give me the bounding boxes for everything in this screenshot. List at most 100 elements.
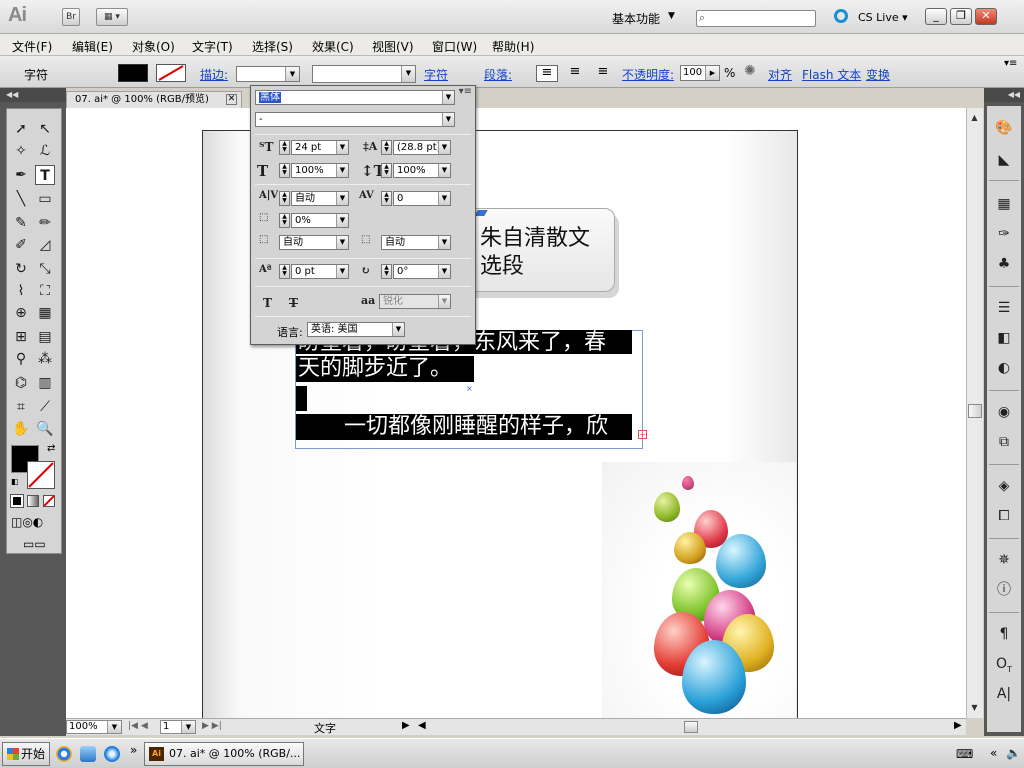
stroke-panel-icon[interactable]: ☰	[994, 298, 1014, 318]
column-graph-tool-icon[interactable]: ▥	[35, 373, 55, 393]
menu-window[interactable]: 窗口(W)	[432, 38, 477, 55]
stroke-weight-field[interactable]: ▼	[236, 66, 300, 82]
transparency-panel-icon[interactable]: ◐	[994, 358, 1014, 378]
aki-left-field[interactable]: 自动 ▼	[279, 235, 349, 250]
layers-panel-icon[interactable]: ◈	[994, 476, 1014, 496]
callout-text[interactable]: 朱自清散文选段	[480, 225, 610, 281]
arrange-documents-button[interactable]: ▦ ▾	[96, 8, 128, 26]
scroll-down-icon[interactable]: ▼	[967, 700, 982, 715]
paintbrush-tool-icon[interactable]: ✎	[11, 213, 31, 233]
gradient-panel-icon[interactable]: ◧	[994, 328, 1014, 348]
opentype-panel-icon[interactable]: OT	[994, 654, 1014, 674]
swap-colors-icon[interactable]: ⇄	[47, 443, 55, 454]
none-mode-icon[interactable]	[43, 495, 55, 507]
leading-field[interactable]: (28.8 pt) ▼	[393, 140, 451, 155]
workspace-switcher[interactable]: 基本功能	[612, 10, 660, 27]
stroke-swatch[interactable]	[156, 64, 186, 82]
taskbar-illustrator-window[interactable]: Ai 07. ai* @ 100% (RGB/...	[144, 742, 304, 766]
menu-select[interactable]: 选择(S)	[252, 38, 293, 55]
minimize-button[interactable]: _	[925, 8, 947, 25]
gradient-tool-icon[interactable]: ▤	[35, 327, 55, 347]
kerning-field[interactable]: 自动 ▼	[291, 191, 349, 206]
leading-stepper[interactable]: ▲ ▼	[381, 140, 392, 155]
keyboard-icon[interactable]: ⌨	[956, 747, 973, 761]
vertical-scroll-thumb[interactable]	[968, 404, 982, 418]
align-right-icon[interactable]: ≡	[592, 65, 614, 82]
status-tool-label[interactable]: 文字	[314, 720, 336, 736]
control-panel-menu-icon[interactable]: ▾≡	[1004, 58, 1017, 69]
scroll-right-icon[interactable]: ▶	[954, 720, 962, 731]
char-rotation-stepper[interactable]: ▲ ▼	[381, 264, 392, 279]
close-tab-icon[interactable]: ✕	[226, 94, 237, 105]
pencil-tool-icon[interactable]: ✏	[35, 213, 55, 233]
tsume-field[interactable]: 0% ▼	[291, 213, 349, 228]
selected-text-line-3[interactable]	[296, 386, 307, 411]
horizontal-scale-stepper[interactable]: ▲ ▼	[381, 163, 392, 178]
font-family-field[interactable]: 黑体 ▼	[255, 90, 455, 105]
artboard-tool-icon[interactable]: ⌗	[11, 397, 31, 417]
close-button[interactable]: ✕	[975, 8, 997, 25]
line-tool-icon[interactable]: ╲	[11, 189, 31, 209]
character-panel-icon[interactable]: A|	[994, 684, 1014, 704]
vertical-scrollbar[interactable]: ▲ ▼	[966, 108, 983, 718]
rectangle-tool-icon[interactable]: ▭	[35, 189, 55, 209]
color-guide-icon[interactable]: ◣	[994, 150, 1014, 170]
stroke-color-box[interactable]	[27, 461, 55, 489]
selected-text-line-2[interactable]: 天的脚步近了。	[296, 356, 474, 382]
quicklaunch-overflow-icon[interactable]: »	[130, 743, 137, 757]
help-search-input[interactable]: ⌕	[696, 10, 816, 27]
magic-wand-tool-icon[interactable]: ✧	[11, 141, 31, 161]
paragraph-panel-icon[interactable]: ¶	[994, 624, 1014, 644]
slice-tool-icon[interactable]: ⟋	[35, 397, 55, 417]
internet-explorer-icon[interactable]	[104, 746, 120, 762]
tracking-stepper[interactable]: ▲ ▼	[381, 191, 392, 206]
screen-mode-icon[interactable]: ▭▭	[23, 537, 46, 551]
rotate-tool-icon[interactable]: ↻	[11, 259, 31, 279]
artboards-panel-icon[interactable]: ⧠	[994, 506, 1014, 526]
show-desktop-icon[interactable]	[80, 746, 96, 762]
recolor-icon[interactable]: ✺	[744, 63, 756, 79]
restore-button[interactable]: ❐	[950, 8, 972, 25]
baseline-shift-field[interactable]: 0 pt ▼	[291, 264, 349, 279]
chevron-down-icon[interactable]: ▼	[668, 11, 675, 21]
selected-text-line-4[interactable]: 一切都像刚睡醒的样子，欣	[296, 414, 632, 440]
strikethrough-icon[interactable]: T	[289, 296, 298, 310]
free-transform-tool-icon[interactable]: ⛶	[35, 281, 55, 301]
menu-type[interactable]: 文字(T)	[192, 38, 233, 55]
appearance-panel-icon[interactable]: ◉	[994, 402, 1014, 422]
cslive-menu[interactable]: CS Live ▾	[858, 11, 908, 24]
character-link[interactable]: 字符	[424, 66, 448, 83]
align-link[interactable]: 对齐	[768, 66, 792, 83]
pen-tool-icon[interactable]: ✒	[11, 165, 31, 185]
lasso-tool-icon[interactable]: ℒ	[35, 141, 55, 161]
stroke-link[interactable]: 描边:	[200, 66, 228, 83]
scroll-up-icon[interactable]: ▲	[967, 110, 982, 125]
menu-view[interactable]: 视图(V)	[372, 38, 414, 55]
antialias-field[interactable]: 锐化 ▼	[379, 294, 451, 309]
scale-tool-icon[interactable]: ⤡	[35, 259, 55, 279]
horizontal-scroll-thumb[interactable]	[684, 721, 698, 733]
tsume-stepper[interactable]: ▲ ▼	[279, 213, 290, 228]
blob-brush-tool-icon[interactable]: ✐	[11, 235, 31, 255]
scroll-left-icon[interactable]: ◀	[418, 720, 426, 731]
paragraph-link[interactable]: 段落:	[484, 66, 512, 83]
zoom-tool-icon[interactable]: 🔍	[35, 419, 55, 439]
font-size-stepper[interactable]: ▲ ▼	[279, 140, 290, 155]
brushes-panel-icon[interactable]: ✑	[994, 224, 1014, 244]
start-button[interactable]: 开始	[2, 742, 50, 766]
underline-icon[interactable]: T	[263, 296, 272, 310]
flash-text-link[interactable]: Flash 文本	[802, 66, 861, 83]
align-center-icon[interactable]: ≡	[564, 65, 586, 82]
char-rotation-field[interactable]: 0° ▼	[393, 264, 451, 279]
callout-banner[interactable]: 朱自清散文选段	[455, 208, 615, 292]
menu-file[interactable]: 文件(F)	[12, 38, 52, 55]
dock-expand-icon[interactable]: ◀◀	[984, 88, 1024, 102]
zoom-field[interactable]: 100% ▼	[66, 720, 122, 734]
opacity-link[interactable]: 不透明度:	[622, 66, 674, 83]
panel-menu-icon[interactable]: ▾≡	[459, 86, 472, 97]
font-size-field[interactable]: 24 pt ▼	[291, 140, 349, 155]
navigator-panel-icon[interactable]: ✵	[994, 550, 1014, 570]
blend-tool-icon[interactable]: ⁂	[35, 349, 55, 369]
artboard-number-field[interactable]: 1 ▼	[160, 720, 196, 734]
default-colors-icon[interactable]: ◧	[11, 477, 19, 486]
